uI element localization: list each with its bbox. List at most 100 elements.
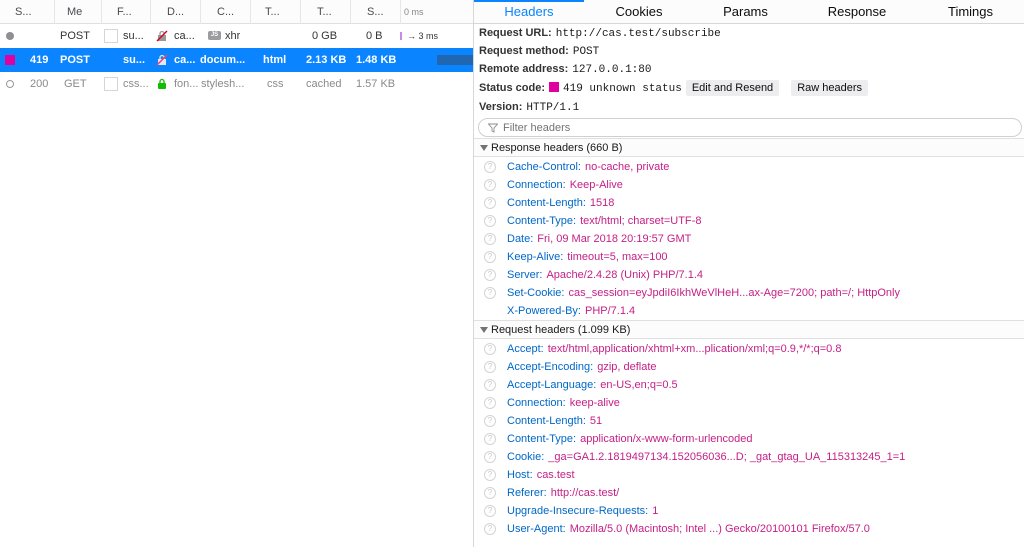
help-icon[interactable]: ?	[484, 197, 496, 209]
help-icon[interactable]: ?	[484, 251, 496, 263]
header-row[interactable]: ? Content-Length: 51	[474, 412, 1024, 430]
header-value: Mozilla/5.0 (Macintosh; Intel ...) Gecko…	[569, 523, 870, 535]
help-icon[interactable]: ?	[484, 505, 496, 517]
tab-cookies[interactable]: Cookies	[584, 0, 694, 24]
column-waterfall[interactable]: 0 ms	[401, 0, 473, 24]
request-headers-title: Request headers (1.099 KB)	[491, 324, 631, 336]
header-value: cas_session=eyJpdiI6IkhWeVlHeH...ax-Age=…	[568, 287, 900, 299]
header-row[interactable]: ? Cache-Control: no-cache, private	[474, 158, 1024, 176]
header-row[interactable]: ? Host: cas.test	[474, 466, 1024, 484]
header-entry: Content-Length: 1518	[507, 194, 614, 212]
header-row[interactable]: ? Content-Length: 1518	[474, 194, 1024, 212]
file-thumbnail	[104, 53, 118, 67]
help-icon[interactable]: ?	[484, 469, 496, 481]
header-entry: Connection: Keep-Alive	[507, 176, 623, 194]
row-file: su...	[123, 54, 146, 66]
header-row[interactable]: ? Referer: http://cas.test/	[474, 484, 1024, 502]
header-value: PHP/7.1.4	[584, 305, 636, 317]
column-file[interactable]: F...	[102, 0, 151, 24]
header-name: Cache-Control:	[507, 161, 581, 173]
summary-remote-value: 127.0.0.1:80	[572, 64, 652, 76]
column-method[interactable]: Me	[55, 0, 102, 24]
column-cause[interactable]: C...	[201, 0, 251, 24]
row-transferred: cached	[306, 78, 342, 90]
raw-headers-button[interactable]: Raw headers	[791, 80, 869, 96]
help-icon[interactable]: ?	[484, 269, 496, 281]
header-name: Upgrade-Insecure-Requests:	[507, 505, 649, 517]
header-row[interactable]: ? Set-Cookie: cas_session=eyJpdiI6IkhWeVlH…	[474, 284, 1024, 302]
header-row[interactable]: ? Cookie: _ga=GA1.2.1819497134.152056036..…	[474, 448, 1024, 466]
header-entry: Upgrade-Insecure-Requests: 1	[507, 502, 658, 520]
help-icon[interactable]: ?	[484, 397, 496, 409]
header-row[interactable]: ? Upgrade-Insecure-Requests: 1	[474, 502, 1024, 520]
tab-params[interactable]: Params	[694, 0, 797, 24]
row-method: POST	[60, 54, 90, 66]
header-row[interactable]: ? Content-Type: text/html; charset=UTF-8	[474, 212, 1024, 230]
header-row[interactable]: ? Content-Type: application/x-www-form-url…	[474, 430, 1024, 448]
header-row[interactable]: ? Connection: Keep-Alive	[474, 176, 1024, 194]
row-transferred: 0 GB	[312, 30, 338, 42]
summary-status: Status code: 419 unknown status Edit and R…	[479, 79, 869, 97]
request-row-selected[interactable]: 419 POST su... ca... docum... html 2.13 …	[0, 48, 473, 72]
help-icon[interactable]: ?	[484, 433, 496, 445]
header-name: Accept-Encoding:	[507, 361, 594, 373]
header-name: Content-Length:	[507, 415, 586, 427]
header-row[interactable]: ? Date: Fri, 09 Mar 2018 20:19:57 GMT	[474, 230, 1024, 248]
help-icon[interactable]: ?	[484, 523, 496, 535]
tab-response[interactable]: Response	[797, 0, 917, 24]
help-icon[interactable]: ?	[484, 287, 496, 299]
header-entry: Cache-Control: no-cache, private	[507, 158, 669, 176]
header-value: Keep-Alive	[569, 179, 623, 191]
help-icon[interactable]: ?	[484, 451, 496, 463]
request-row[interactable]: POST su... ca... JS xhr 0 GB 0 B → 3 ms	[0, 24, 473, 48]
request-headers-section[interactable]: Request headers (1.099 KB)	[474, 320, 1024, 339]
filter-icon	[488, 123, 498, 133]
help-icon[interactable]: ?	[484, 361, 496, 373]
header-row[interactable]: ? Connection: keep-alive	[474, 394, 1024, 412]
header-row[interactable]: ? Accept: text/html,application/xhtml+xm..…	[474, 340, 1024, 358]
summary-url-value: http://cas.test/subscribe	[555, 28, 721, 40]
help-icon[interactable]: ?	[484, 415, 496, 427]
header-name: Keep-Alive:	[507, 251, 564, 263]
row-method: GET	[64, 78, 87, 90]
help-icon[interactable]: ?	[484, 487, 496, 499]
tab-timings[interactable]: Timings	[917, 0, 1024, 24]
help-icon[interactable]: ?	[484, 179, 496, 191]
header-entry: Set-Cookie: cas_session=eyJpdiI6IkhWeVlHe…	[507, 284, 900, 302]
header-value: _ga=GA1.2.1819497134.152056036...D; _gat…	[548, 451, 906, 463]
status-error-icon	[549, 82, 560, 92]
tab-headers[interactable]: Headers	[474, 0, 584, 24]
help-icon[interactable]: ?	[484, 215, 496, 227]
status-error-icon	[5, 55, 15, 65]
row-file: su...	[123, 30, 144, 42]
header-row[interactable]: ? Server: Apache/2.4.28 (Unix) PHP/7.1.4	[474, 266, 1024, 284]
header-entry: X-Powered-By: PHP/7.1.4	[507, 302, 635, 320]
filter-headers-input[interactable]	[503, 120, 1003, 135]
column-status[interactable]: S...	[0, 0, 55, 24]
help-icon[interactable]: ?	[484, 161, 496, 173]
header-row[interactable]: ? Accept-Language: en-US,en;q=0.5	[474, 376, 1024, 394]
header-entry: Keep-Alive: timeout=5, max=100	[507, 248, 668, 266]
column-transferred[interactable]: T...	[301, 0, 351, 24]
help-icon[interactable]: ?	[484, 379, 496, 391]
summary-status-value: 419 unknown status	[563, 83, 682, 95]
header-value: text/html; charset=UTF-8	[580, 215, 702, 227]
edit-resend-button[interactable]: Edit and Resend	[685, 80, 780, 96]
header-row[interactable]: ?X-Powered-By:PHP/7.1.4	[474, 302, 1024, 320]
header-row[interactable]: ? Accept-Encoding: gzip, deflate	[474, 358, 1024, 376]
column-size[interactable]: S...	[351, 0, 401, 24]
column-type[interactable]: T...	[251, 0, 301, 24]
summary-remote: Remote address: 127.0.0.1:80	[479, 60, 651, 78]
header-value: Apache/2.4.28 (Unix) PHP/7.1.4	[546, 269, 703, 281]
header-row[interactable]: ? User-Agent: Mozilla/5.0 (Macintosh; Inte…	[474, 520, 1024, 538]
column-domain[interactable]: D...	[151, 0, 201, 24]
summary-version-value: HTTP/1.1	[526, 102, 580, 114]
help-icon[interactable]: ?	[484, 233, 496, 245]
request-row[interactable]: 200 GET css... fon... stylesh... css cac…	[0, 72, 473, 96]
response-headers-section[interactable]: Response headers (660 B)	[474, 138, 1024, 157]
header-entry: Referer: http://cas.test/	[507, 484, 619, 502]
help-icon[interactable]: ?	[484, 343, 496, 355]
header-name: Accept-Language:	[507, 379, 597, 391]
header-name: User-Agent:	[507, 523, 566, 535]
header-row[interactable]: ? Keep-Alive: timeout=5, max=100	[474, 248, 1024, 266]
